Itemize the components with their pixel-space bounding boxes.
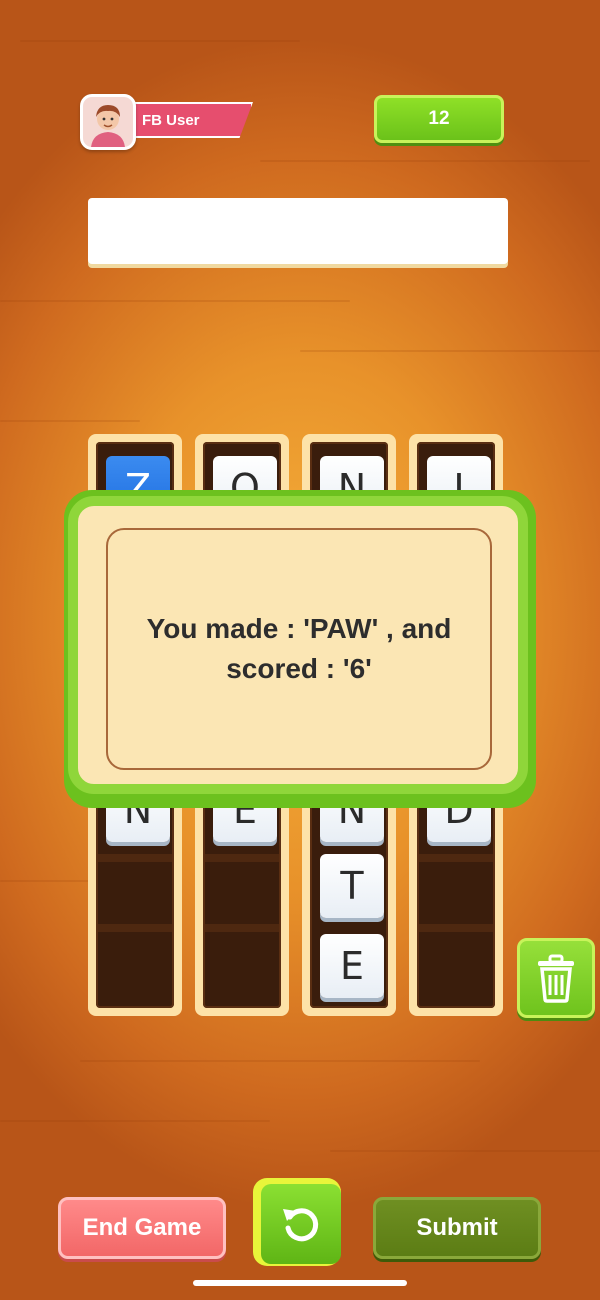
trash-icon xyxy=(538,954,574,1003)
score-counter: 12 xyxy=(374,95,504,143)
popup-frame: You made : 'PAW' , and scored : '6' xyxy=(106,528,492,770)
popup-message: You made : 'PAW' , and scored : '6' xyxy=(146,613,452,684)
submit-button[interactable]: Submit xyxy=(373,1197,541,1259)
letter-tile[interactable]: E xyxy=(320,934,384,998)
home-indicator[interactable] xyxy=(193,1280,407,1286)
letter-tile[interactable]: T xyxy=(320,854,384,918)
reset-button[interactable] xyxy=(253,1178,347,1272)
end-game-button[interactable]: End Game xyxy=(58,1197,226,1259)
trash-button[interactable] xyxy=(517,938,595,1018)
user-avatar-icon[interactable] xyxy=(80,94,136,150)
score-popup[interactable]: You made : 'PAW' , and scored : '6' xyxy=(68,496,528,794)
current-word-display xyxy=(88,198,508,264)
refresh-icon xyxy=(283,1208,319,1242)
username-label: FB User xyxy=(118,102,253,138)
